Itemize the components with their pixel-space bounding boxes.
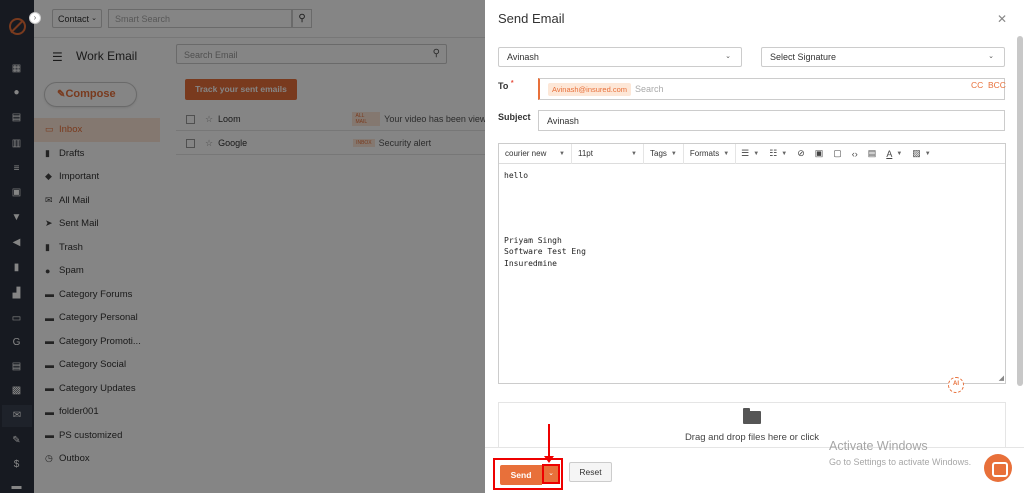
expand-sidebar-icon[interactable]: › <box>29 12 41 24</box>
required-marker: * <box>510 80 514 87</box>
to-placeholder: Search <box>635 84 664 94</box>
bullet-list-icon[interactable]: ☰ ▼ <box>736 144 764 164</box>
editor-body[interactable]: hello Priyam Singh Software Test Eng Ins… <box>499 164 1005 275</box>
chat-icon[interactable] <box>984 454 1012 482</box>
code-icon[interactable]: ‹› <box>847 144 863 164</box>
media-icon[interactable]: ▢ <box>828 144 847 164</box>
chevron-down-icon: ⌄ <box>988 53 994 60</box>
send-options-chevron-icon[interactable]: ⌄ <box>542 464 560 484</box>
font-size-value: 11pt <box>578 149 593 158</box>
cc-link[interactable]: CC <box>971 80 983 90</box>
chevron-down-icon: ▼ <box>670 150 677 157</box>
reset-button[interactable]: Reset <box>569 462 612 482</box>
close-icon[interactable]: ✕ <box>997 12 1007 26</box>
signature-value: Select Signature <box>770 52 837 62</box>
chevron-down-icon: ▼ <box>723 150 730 157</box>
tags-menu[interactable]: Tags ▼ <box>644 143 684 164</box>
send-email-modal: Send Email ✕ Avinash ⌄ Select Signature … <box>485 0 1024 493</box>
to-label-text: To <box>498 81 509 91</box>
recipient-chip[interactable]: Avinash@insured.com <box>548 82 632 96</box>
body-line: Software Test Eng <box>504 247 586 256</box>
folder-icon <box>743 408 761 424</box>
font-size-select[interactable]: 11pt ▼ <box>572 143 644 164</box>
annotation-arrow <box>548 424 550 460</box>
font-family-select[interactable]: courier new ▼ <box>499 143 572 164</box>
text-color-icon[interactable]: A ▼ <box>881 144 907 164</box>
background-color-icon[interactable]: ▨ ▼ <box>907 144 935 164</box>
signature-select[interactable]: Select Signature ⌄ <box>761 47 1005 67</box>
modal-scrollbar[interactable] <box>1017 36 1023 386</box>
numbered-list-icon[interactable]: ☷ ▼ <box>764 144 792 164</box>
modal-title: Send Email <box>498 11 565 26</box>
watermark-line: Go to Settings to activate Windows. <box>829 457 972 467</box>
bcc-link[interactable]: BCC <box>988 80 1006 90</box>
print-icon[interactable]: ▤ <box>863 144 882 164</box>
watermark-line: Activate Windows <box>829 439 928 453</box>
editor-toolbar: courier new ▼ 11pt ▼ Tags ▼ Formats ▼ ☰ ▼ ☷ ▼ … <box>499 143 1005 164</box>
to-recipient-input[interactable]: Avinash@insured.com Search <box>538 78 1005 100</box>
link-icon[interactable]: ⊘ <box>792 144 810 164</box>
annotation-arrow-head <box>544 456 554 463</box>
activate-windows-watermark: Activate Windows Go to Settings to activ… <box>829 439 971 467</box>
formats-label: Formats <box>689 149 720 158</box>
chevron-down-icon: ⌄ <box>725 53 731 60</box>
ai-assist-icon[interactable]: AI <box>948 377 964 393</box>
formats-menu[interactable]: Formats ▼ <box>684 143 737 164</box>
send-button[interactable]: Send <box>500 465 542 485</box>
image-icon[interactable]: ▣ <box>810 144 829 164</box>
resize-handle-icon[interactable]: ◢ <box>999 374 1004 382</box>
to-label: To * <box>498 80 514 91</box>
from-account-select[interactable]: Avinash ⌄ <box>498 47 742 67</box>
body-line: Priyam Singh <box>504 235 562 245</box>
body-line: hello <box>504 171 529 180</box>
tags-label: Tags <box>650 149 667 158</box>
chevron-down-icon: ▼ <box>559 150 565 157</box>
subject-input[interactable]: Avinash <box>538 110 1005 131</box>
font-family-value: courier new <box>505 149 547 158</box>
subject-label: Subject <box>498 112 531 122</box>
rich-text-editor: courier new ▼ 11pt ▼ Tags ▼ Formats ▼ ☰ ▼ ☷ ▼ … <box>498 143 1006 384</box>
body-line: Insuredmine <box>504 258 557 268</box>
chevron-down-icon: ▼ <box>631 150 637 157</box>
from-account-value: Avinash <box>507 52 539 62</box>
